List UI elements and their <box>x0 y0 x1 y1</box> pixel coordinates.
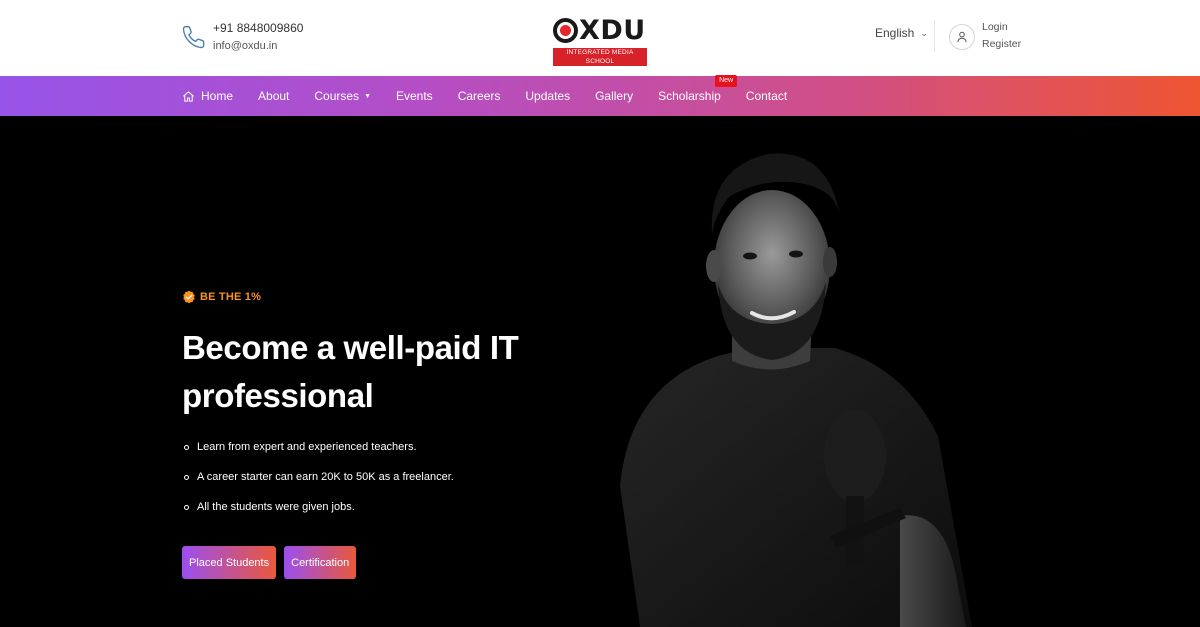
bullet-icon <box>184 475 189 480</box>
auth-links: Login Register <box>982 19 1021 53</box>
logo-letters: XDU <box>579 15 646 46</box>
nav-label: Careers <box>457 89 501 103</box>
feature-text: All the students were given jobs. <box>197 501 355 513</box>
nav-label: Scholarship <box>658 89 721 103</box>
login-link[interactable]: Login <box>982 19 1021 36</box>
nav-item-contact[interactable]: Contact <box>746 89 787 103</box>
language-selector[interactable]: English ⌄ <box>875 26 928 40</box>
phone-icon <box>182 26 205 49</box>
hero-tagline: BE THE 1% <box>182 290 261 304</box>
bullet-icon <box>184 505 189 510</box>
feature-item: Learn from expert and experienced teache… <box>184 440 454 455</box>
caret-down-icon: ▼ <box>364 92 371 100</box>
nav-label: About <box>258 89 290 103</box>
feature-item: A career starter can earn 20K to 50K as … <box>184 470 454 485</box>
nav-item-about[interactable]: About <box>258 89 289 103</box>
nav-item-events[interactable]: Events <box>396 89 433 103</box>
hero-portrait-image <box>620 153 972 627</box>
nav-label: Contact <box>745 89 788 103</box>
home-icon <box>183 90 194 102</box>
logo-tagline: INTEGRATED MEDIA SCHOOL <box>553 48 647 66</box>
phone-number[interactable]: +91 8848009860 <box>213 19 303 37</box>
top-header: +91 8848009860 info@oxdu.in XDU INTEGRAT… <box>0 0 1200 76</box>
verified-badge-icon <box>183 290 195 304</box>
placed-students-button[interactable]: Placed Students <box>182 546 277 579</box>
nav-label: Updates <box>525 89 571 103</box>
chevron-down-icon: ⌄ <box>920 27 928 38</box>
nav-label: Home <box>201 89 234 103</box>
nav-item-courses[interactable]: Courses ▼ <box>314 89 371 103</box>
nav-menu: Home About Courses ▼ Events Careers Upda… <box>182 75 812 116</box>
feature-text: Learn from expert and experienced teache… <box>197 441 417 453</box>
user-icon[interactable] <box>949 24 975 50</box>
certification-button[interactable]: Certification <box>284 546 357 579</box>
logo-wordmark: XDU <box>553 17 647 44</box>
nav-item-home[interactable]: Home <box>182 89 233 103</box>
register-link[interactable]: Register <box>982 36 1021 53</box>
nav-item-scholarship[interactable]: Scholarship New <box>658 75 738 103</box>
hero-section: BE THE 1% Become a well-paid IT professi… <box>0 116 1200 627</box>
nav-label: Courses <box>314 89 360 103</box>
nav-label: Events <box>396 89 433 103</box>
tagline-text: BE THE 1% <box>200 291 262 303</box>
language-label: English <box>875 26 915 40</box>
new-badge: New <box>715 75 738 87</box>
feature-list: Learn from expert and experienced teache… <box>184 440 454 530</box>
bullet-icon <box>184 445 189 450</box>
feature-item: All the students were given jobs. <box>184 500 454 515</box>
nav-item-updates[interactable]: Updates <box>525 89 570 103</box>
logo-o-mark <box>553 18 578 43</box>
oxdu-logo[interactable]: XDU INTEGRATED MEDIA SCHOOL <box>553 17 647 66</box>
nav-item-careers[interactable]: Careers <box>458 89 501 103</box>
nav-item-gallery[interactable]: Gallery <box>595 89 633 103</box>
person-icon <box>957 31 967 43</box>
contact-info: +91 8848009860 info@oxdu.in <box>181 19 303 55</box>
nav-label: Gallery <box>595 89 634 103</box>
main-nav: Home About Courses ▼ Events Careers Upda… <box>0 75 1200 116</box>
hero-buttons: Placed Students Certification <box>182 546 364 579</box>
hero-headline: Become a well-paid IT professional <box>182 329 519 414</box>
feature-text: A career starter can earn 20K to 50K as … <box>197 471 454 483</box>
header-divider <box>934 20 935 52</box>
email-link[interactable]: info@oxdu.in <box>213 37 303 55</box>
